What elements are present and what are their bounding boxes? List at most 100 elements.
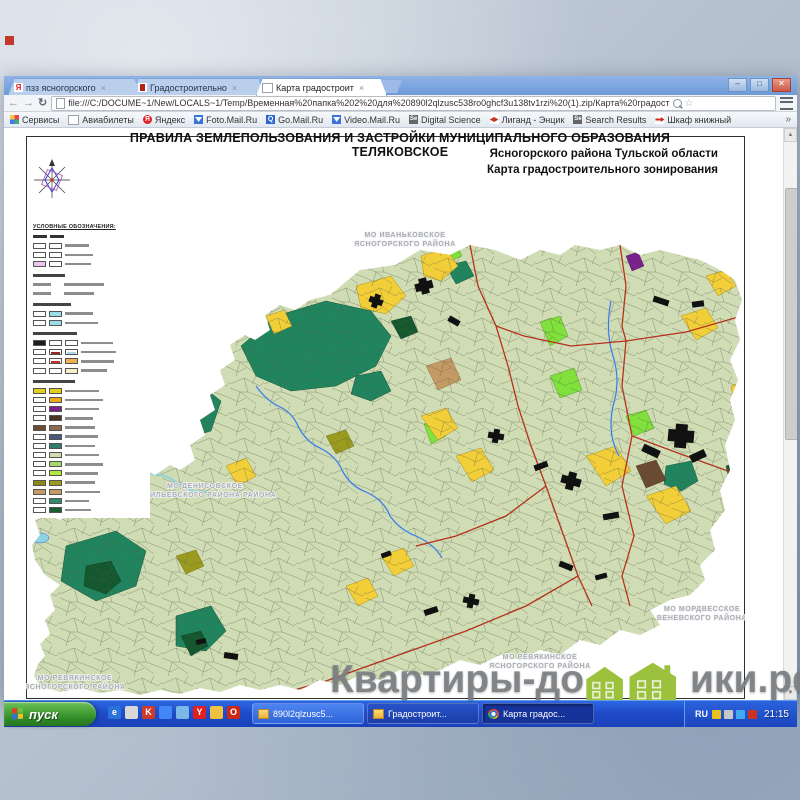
- quicklaunch-icon[interactable]: e: [108, 706, 121, 719]
- legend-row: [33, 251, 147, 258]
- task-buttons: 890l2qlzusc5... Градостроит... Карта градо…: [252, 703, 594, 724]
- legend-swatch: [49, 311, 62, 317]
- legend-swatch: [49, 461, 62, 467]
- bookmark-star-icon[interactable]: ☆: [685, 98, 694, 109]
- bookmark-mail[interactable]: Video.Mail.Ru: [332, 115, 400, 125]
- quicklaunch-icon[interactable]: [176, 706, 189, 719]
- tray-icon[interactable]: [712, 710, 721, 719]
- svg-text:МО РЕВЯКИНСКОЕ: МО РЕВЯКИНСКОЕ: [38, 675, 113, 682]
- tab-pzz-yasnogorskogo[interactable]: Я пзз ясногорского ×: [8, 78, 141, 96]
- tray-icon[interactable]: [724, 710, 733, 719]
- legend-swatch: [49, 358, 62, 364]
- legend-row: [33, 378, 147, 385]
- legend-row: [33, 301, 147, 308]
- legend-swatch: [33, 406, 46, 412]
- quicklaunch-icon[interactable]: Y: [193, 706, 206, 719]
- quicklaunch-icon[interactable]: [159, 706, 172, 719]
- tab-close-icon[interactable]: ×: [232, 83, 237, 93]
- reload-icon[interactable]: ↻: [38, 98, 47, 109]
- legend-row: [33, 396, 147, 403]
- tab-gradostroitelno[interactable]: Градостроительно ×: [132, 78, 265, 96]
- legend-swatch: [49, 470, 62, 476]
- legend-row: [33, 406, 147, 413]
- bookmark-gomail[interactable]: QGo.Mail.Ru: [266, 115, 323, 125]
- legend-row: [33, 310, 147, 317]
- bookmark-se[interactable]: SeDigital Science: [409, 115, 481, 125]
- bookmark-label: Лиганд - Энцик: [502, 115, 565, 125]
- minimize-button[interactable]: –: [728, 78, 747, 92]
- legend-row: [33, 479, 147, 486]
- screenshot-canvas: Я пзз ясногорского × Градостроительно × …: [0, 0, 800, 800]
- taskbar-button[interactable]: 890l2qlzusc5...: [252, 703, 364, 724]
- quicklaunch-icon[interactable]: [125, 706, 138, 719]
- map-legend: УСЛОВНЫЕ ОБОЗНАЧЕНИЯ:: [30, 222, 150, 518]
- legend-swatch: [49, 507, 62, 513]
- scrollbar-thumb[interactable]: [785, 188, 797, 440]
- bookmark-se[interactable]: SeSearch Results: [573, 115, 646, 125]
- language-indicator[interactable]: RU: [695, 709, 708, 719]
- quicklaunch-icon[interactable]: O: [227, 706, 240, 719]
- back-icon[interactable]: ←: [8, 98, 19, 109]
- tab-bar: Я пзз ясногорского × Градостроительно × …: [4, 76, 797, 95]
- legend-swatch: [33, 498, 46, 504]
- legend-swatch: [33, 489, 46, 495]
- legend-swatch: [33, 320, 46, 326]
- bookmark-label: Search Results: [585, 115, 646, 125]
- svg-text:ЯСНОГОРСКОГО РАЙОНА: ЯСНОГОРСКОГО РАЙОНА: [354, 239, 456, 248]
- search-icon[interactable]: [673, 99, 682, 108]
- legend-swatch: [33, 397, 46, 403]
- legend-swatch: [49, 320, 62, 326]
- maximize-button[interactable]: □: [750, 78, 769, 92]
- start-label: пуск: [29, 707, 58, 722]
- bookmark-label: Video.Mail.Ru: [344, 115, 400, 125]
- legend-row: [33, 261, 147, 268]
- taskbar-button-label: Градостроит...: [388, 709, 447, 719]
- legend-swatch: [49, 340, 62, 346]
- legend-row: [33, 358, 147, 365]
- quicklaunch-icon[interactable]: [210, 706, 223, 719]
- tab-close-icon[interactable]: ×: [101, 83, 106, 93]
- emblem-favicon-icon: [138, 83, 147, 92]
- legend-row: [33, 415, 147, 422]
- legend-swatch: [33, 452, 46, 458]
- map-title-line3: Карта градостроительного зонирования: [82, 164, 724, 176]
- bookmark-arrow[interactable]: Шкаф книжный: [655, 115, 731, 125]
- legend-swatch: [33, 243, 46, 249]
- legend-row: [33, 461, 147, 468]
- start-button[interactable]: пуск: [4, 702, 96, 726]
- taskbar-button[interactable]: Градостроит...: [367, 703, 479, 724]
- bookmark-label: Go.Mail.Ru: [278, 115, 323, 125]
- bookmark-label: Digital Science: [421, 115, 481, 125]
- legend-swatch: [49, 415, 62, 421]
- bookmark-mail[interactable]: Foto.Mail.Ru: [194, 115, 257, 125]
- close-button[interactable]: ✕: [772, 78, 791, 92]
- tab-close-icon[interactable]: ×: [359, 83, 364, 93]
- bookmark-page[interactable]: Авиабилеты: [68, 115, 134, 125]
- tab-title: пзз ясногорского: [26, 83, 96, 93]
- legend-rows: [33, 233, 147, 514]
- tray-icon[interactable]: [748, 710, 757, 719]
- bookmark-ligand[interactable]: Лиганд - Энцик: [490, 115, 565, 125]
- tab-karta-active[interactable]: Карта градостроит ×: [256, 78, 387, 96]
- tray-icon[interactable]: [736, 710, 745, 719]
- background-red-speck: [5, 36, 14, 45]
- url-field[interactable]: file:///C:/DOCUME~1/New/LOCALS~1/Temp/Вр…: [51, 96, 776, 111]
- legend-swatch: [65, 368, 78, 374]
- taskbar-button[interactable]: Карта градос...: [482, 703, 594, 724]
- legend-swatch: [49, 480, 62, 486]
- clock[interactable]: 21:15: [764, 709, 789, 720]
- legend-swatch: [33, 349, 46, 355]
- forward-icon[interactable]: →: [23, 98, 34, 109]
- vertical-scrollbar[interactable]: ▲ ▼: [783, 128, 797, 700]
- svg-text:МО ИВАНЬКОВСКОЕ: МО ИВАНЬКОВСКОЕ: [364, 232, 445, 239]
- browser-window: Я пзз ясногорского × Градостроительно × …: [4, 76, 797, 700]
- menu-icon[interactable]: [780, 97, 793, 110]
- bookmark-yandex[interactable]: ЯЯндекс: [143, 115, 185, 125]
- bookmark-apps[interactable]: Сервисы: [10, 115, 59, 125]
- url-text: file:///C:/DOCUME~1/New/LOCALS~1/Temp/Вр…: [68, 98, 669, 108]
- bookmarks-overflow-icon[interactable]: »: [785, 114, 791, 125]
- svg-text:ЯСНОГОРСКОГО РАЙОНА: ЯСНОГОРСКОГО РАЙОНА: [26, 682, 126, 691]
- scroll-up-icon[interactable]: ▲: [784, 128, 797, 142]
- legend-swatch: [33, 443, 46, 449]
- quicklaunch-icon[interactable]: K: [142, 706, 155, 719]
